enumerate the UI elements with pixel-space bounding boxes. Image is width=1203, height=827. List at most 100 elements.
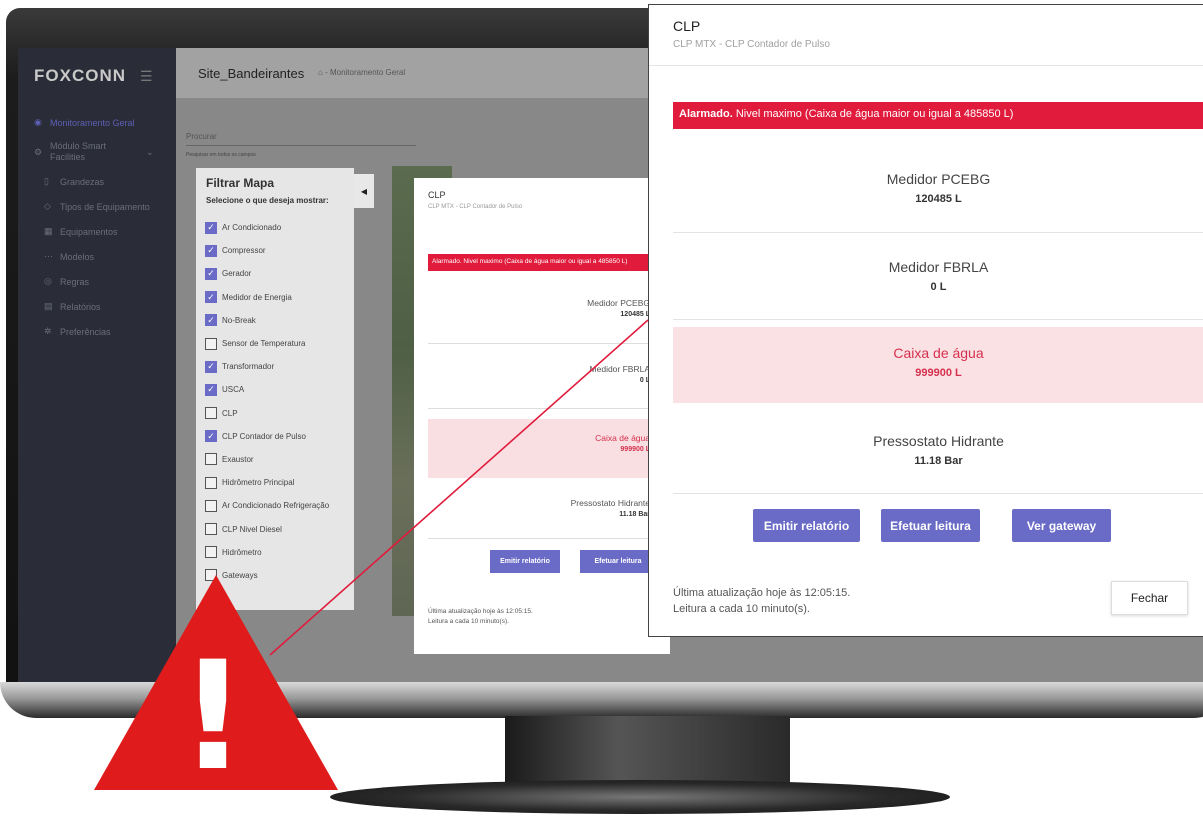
- divider: [673, 319, 1203, 320]
- reading-item: Medidor PCEBG 120485 L: [673, 171, 1203, 205]
- last-update-text: Última atualização hoje às 12:05:15.: [673, 587, 851, 599]
- filter-option[interactable]: ✓ Compressor: [205, 239, 329, 262]
- checkbox-checked[interactable]: ✓: [205, 383, 217, 396]
- filter-title: Filtrar Mapa: [206, 176, 275, 190]
- read-now-button[interactable]: Efetuar leitura: [580, 550, 656, 573]
- filter-option-label: Ar Condicionado Refrigeração: [222, 501, 330, 511]
- checkbox-checked[interactable]: ✓: [205, 360, 217, 373]
- filter-option-label: CLP Contador de Pulso: [222, 431, 306, 441]
- checkbox-checked[interactable]: ✓: [205, 291, 217, 304]
- sidebar-item-modelos[interactable]: ⋯ Modelos: [18, 244, 176, 269]
- view-gateway-button[interactable]: Ver gateway: [1012, 509, 1111, 542]
- alarm-banner: Alarmado. Nivel maximo (Caixa de água ma…: [673, 102, 1203, 129]
- dots-icon: ⋯: [44, 251, 53, 261]
- clp-modal-zoomed: CLP CLP MTX - CLP Contador de Pulso Alar…: [648, 4, 1203, 637]
- breadcrumb[interactable]: ⌂ - Monitoramento Geral: [318, 68, 405, 77]
- sidebar-item-equipamentos[interactable]: ▦ Equipamentos: [18, 219, 176, 244]
- filter-option-label: No-Break: [222, 315, 256, 325]
- read-interval-text: Leitura a cada 10 minuto(s).: [428, 618, 509, 625]
- tag-icon: ◇: [44, 201, 51, 211]
- modal-subtitle: CLP MTX - CLP Contador de Pulso: [428, 204, 523, 210]
- reading-item: Pressostato Hidrante 11.18 Bar: [570, 498, 650, 518]
- sidebar-item-label: Tipos de Equipamento: [60, 201, 150, 212]
- filter-option[interactable]: ✓ Gerador: [205, 262, 329, 285]
- sidebar-item-label: Equipamentos: [60, 226, 118, 237]
- search-label: Procurar: [186, 132, 217, 141]
- checkbox-checked[interactable]: ✓: [205, 314, 217, 327]
- sidebar-item-tipos[interactable]: ◇ Tipos de Equipamento: [18, 194, 176, 219]
- emit-report-button[interactable]: Emitir relatório: [490, 550, 560, 573]
- divider: [428, 538, 670, 539]
- filter-option-label: Exaustor: [222, 454, 254, 464]
- filter-list: ✓ Ar Condicionado ✓ Compressor ✓ Gerador ✓ Medi…: [205, 216, 329, 587]
- divider: [428, 343, 670, 344]
- reading-item: Medidor FBRLA 0 L: [589, 364, 650, 384]
- filter-option[interactable]: ✓ USCA: [205, 378, 329, 401]
- clp-modal-small: CLP CLP MTX - CLP Contador de Pulso Alar…: [414, 178, 670, 654]
- filter-option[interactable]: ✓ Transformador: [205, 355, 329, 378]
- brand-logo: FOXCONN: [34, 66, 126, 85]
- search-hint: Pesquisar em todos os campos: [186, 152, 256, 158]
- filter-option-label: CLP Nivel Diesel: [222, 524, 282, 534]
- checkbox-unchecked[interactable]: [205, 407, 217, 420]
- collapse-panel-button[interactable]: ◀: [354, 174, 374, 208]
- filter-option[interactable]: CLP: [205, 402, 329, 425]
- emit-report-button[interactable]: Emitir relatório: [753, 509, 860, 542]
- checkbox-unchecked[interactable]: [205, 569, 217, 582]
- filter-option[interactable]: Hidrômetro Principal: [205, 471, 329, 494]
- filter-option[interactable]: Sensor de Temperatura: [205, 332, 329, 355]
- checkbox-unchecked[interactable]: [205, 499, 217, 512]
- sidebar-item-label: Relatórios: [60, 301, 101, 312]
- filter-option[interactable]: CLP Nivel Diesel: [205, 517, 329, 540]
- reading-item: Medidor PCEBG 120485 L: [587, 298, 650, 318]
- sidebar-item-modulo[interactable]: ⚙ Módulo Smart Facilities ⌄: [18, 135, 176, 169]
- filter-option[interactable]: ✓ Medidor de Energia: [205, 286, 329, 309]
- reading-item-alarm: Caixa de água 999900 L: [673, 327, 1203, 403]
- sidebar-item-regras[interactable]: ◎ Regras: [18, 269, 176, 294]
- close-button[interactable]: Fechar: [1111, 581, 1188, 615]
- reading-name: Pressostato Hidrante: [873, 433, 1004, 449]
- gear-icon: ✲: [44, 326, 52, 336]
- checkbox-unchecked[interactable]: [205, 523, 217, 536]
- filter-option[interactable]: ✓ Ar Condicionado: [205, 216, 329, 239]
- monitor-neck: [505, 716, 790, 788]
- hamburger-icon[interactable]: ☰: [140, 68, 153, 85]
- checkbox-checked[interactable]: ✓: [205, 221, 217, 234]
- filter-option-label: Medidor de Energia: [222, 292, 292, 302]
- filter-option-label: Ar Condicionado: [222, 223, 282, 233]
- filter-option[interactable]: Gateways: [205, 564, 329, 587]
- monitor-chin: [0, 682, 1203, 718]
- read-now-button[interactable]: Efetuar leitura: [881, 509, 980, 542]
- filter-option[interactable]: Exaustor: [205, 448, 329, 471]
- reading-value: 999900 L: [915, 367, 962, 379]
- checkbox-unchecked[interactable]: [205, 453, 217, 466]
- checkbox-unchecked[interactable]: [205, 476, 217, 489]
- checkbox-unchecked[interactable]: [205, 546, 217, 559]
- reading-item: Medidor FBRLA 0 L: [673, 259, 1203, 293]
- checkbox-checked[interactable]: ✓: [205, 430, 217, 443]
- filter-option-label: Hidrômetro Principal: [222, 478, 295, 488]
- filter-option[interactable]: Ar Condicionado Refrigeração: [205, 494, 329, 517]
- modal-subtitle: CLP MTX - CLP Contador de Pulso: [673, 39, 830, 50]
- read-interval-text: Leitura a cada 10 minuto(s).: [673, 603, 810, 615]
- search-input[interactable]: [186, 145, 416, 146]
- checkbox-checked[interactable]: ✓: [205, 267, 217, 280]
- sidebar-item-label: Modelos: [60, 251, 95, 262]
- site-name: Site_Bandeirantes: [198, 66, 305, 81]
- divider: [673, 493, 1203, 494]
- filter-option[interactable]: ✓ CLP Contador de Pulso: [205, 425, 329, 448]
- filter-option[interactable]: Hidrômetro: [205, 541, 329, 564]
- filter-option-label: USCA: [222, 385, 245, 395]
- sidebar-item-preferencias[interactable]: ✲ Preferências: [18, 319, 176, 344]
- reading-name: Medidor PCEBG: [886, 171, 991, 187]
- divider: [428, 408, 670, 409]
- sidebar-item-monitoramento[interactable]: ◉ Monitoramento Geral: [18, 110, 176, 135]
- sidebar-item-grandezas[interactable]: ▯ Grandezas: [18, 169, 176, 194]
- filter-panel: Filtrar Mapa Selecione o que deseja most…: [196, 168, 354, 610]
- sidebar-item-label: Preferências: [60, 326, 111, 337]
- thermometer-icon: ▯: [44, 176, 49, 186]
- sidebar-item-relatorios[interactable]: ▤ Relatórios: [18, 294, 176, 319]
- checkbox-checked[interactable]: ✓: [205, 244, 217, 257]
- filter-option[interactable]: ✓ No-Break: [205, 309, 329, 332]
- checkbox-unchecked[interactable]: [205, 337, 217, 350]
